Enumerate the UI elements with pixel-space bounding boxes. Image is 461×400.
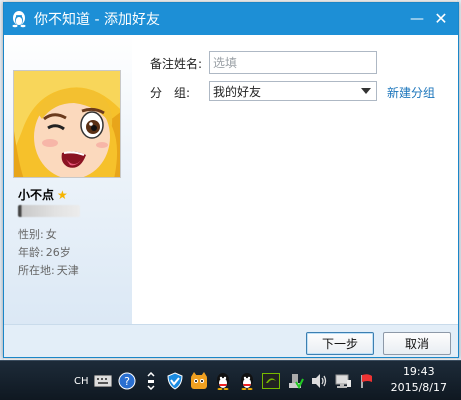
group-select[interactable]: 我的好友 <box>209 81 377 101</box>
nickname: 小不点 <box>18 188 55 202</box>
svg-text:?: ? <box>124 375 130 388</box>
qq-penguin-tray-icon[interactable] <box>212 370 234 392</box>
keyboard-icon[interactable] <box>92 370 114 392</box>
nickname-row: 小不点 ★ <box>18 186 68 203</box>
age-row: 年龄: 26岁 <box>18 244 71 260</box>
dropdown-arrow-icon <box>361 88 371 94</box>
remark-name-input[interactable] <box>209 51 377 74</box>
cancel-button[interactable]: 取消 <box>383 332 451 355</box>
group-selected-value: 我的好友 <box>213 84 262 99</box>
age-label: 年龄: <box>18 246 44 259</box>
input-method-indicator[interactable]: CH <box>74 376 92 387</box>
title-bar[interactable]: 你不知道 - 添加好友 — ✕ <box>4 3 458 35</box>
location-row: 所在地: 天津 <box>18 262 79 278</box>
qq-penguin-tray-icon-2[interactable] <box>236 370 258 392</box>
gender-label: 性别: <box>18 228 44 241</box>
network-icon[interactable] <box>332 370 354 392</box>
clock-date: 2015/8/17 <box>390 381 447 394</box>
volume-icon[interactable] <box>308 370 330 392</box>
system-tray: CH ? <box>74 361 380 400</box>
usb-device-icon[interactable] <box>284 370 306 392</box>
minimize-button[interactable]: — <box>406 9 428 29</box>
gender-row: 性别: 女 <box>18 226 57 242</box>
window-title: 你不知道 - 添加好友 <box>34 12 160 28</box>
new-group-link[interactable]: 新建分组 <box>387 84 435 101</box>
age-value: 26岁 <box>45 246 71 259</box>
qq-penguin-icon <box>10 10 28 28</box>
next-button[interactable]: 下一步 <box>306 332 374 355</box>
close-button[interactable]: ✕ <box>430 9 452 29</box>
flag-icon[interactable] <box>356 370 378 392</box>
expand-tray-icon[interactable] <box>140 370 162 392</box>
help-icon[interactable]: ? <box>116 370 138 392</box>
blurred-qq-number <box>18 205 80 217</box>
clock-time: 19:43 <box>402 365 435 378</box>
gender-value: 女 <box>45 228 57 241</box>
dialog-footer: 下一步 取消 <box>4 324 458 357</box>
taskbar-clock[interactable]: 19:43 2015/8/17 <box>391 364 447 396</box>
avatar <box>13 70 121 178</box>
taskbar: CH ? 19:43 2015/8/17 <box>0 360 461 400</box>
profile-panel: 小不点 ★ 性别: 女 年龄: 26岁 所在地: 天津 <box>4 35 132 325</box>
location-value: 天津 <box>56 264 79 277</box>
cat-app-icon[interactable] <box>188 370 210 392</box>
shield-icon[interactable] <box>164 370 186 392</box>
add-friend-dialog: 你不知道 - 添加好友 — ✕ 小不点 ★ 性别: 女 年龄: 26岁 所在地:… <box>3 2 459 358</box>
group-label: 分 组: <box>150 86 191 100</box>
remark-name-label: 备注姓名: <box>150 57 203 71</box>
location-label: 所在地: <box>18 264 55 277</box>
nvidia-icon[interactable] <box>260 370 282 392</box>
star-icon: ★ <box>57 187 68 202</box>
